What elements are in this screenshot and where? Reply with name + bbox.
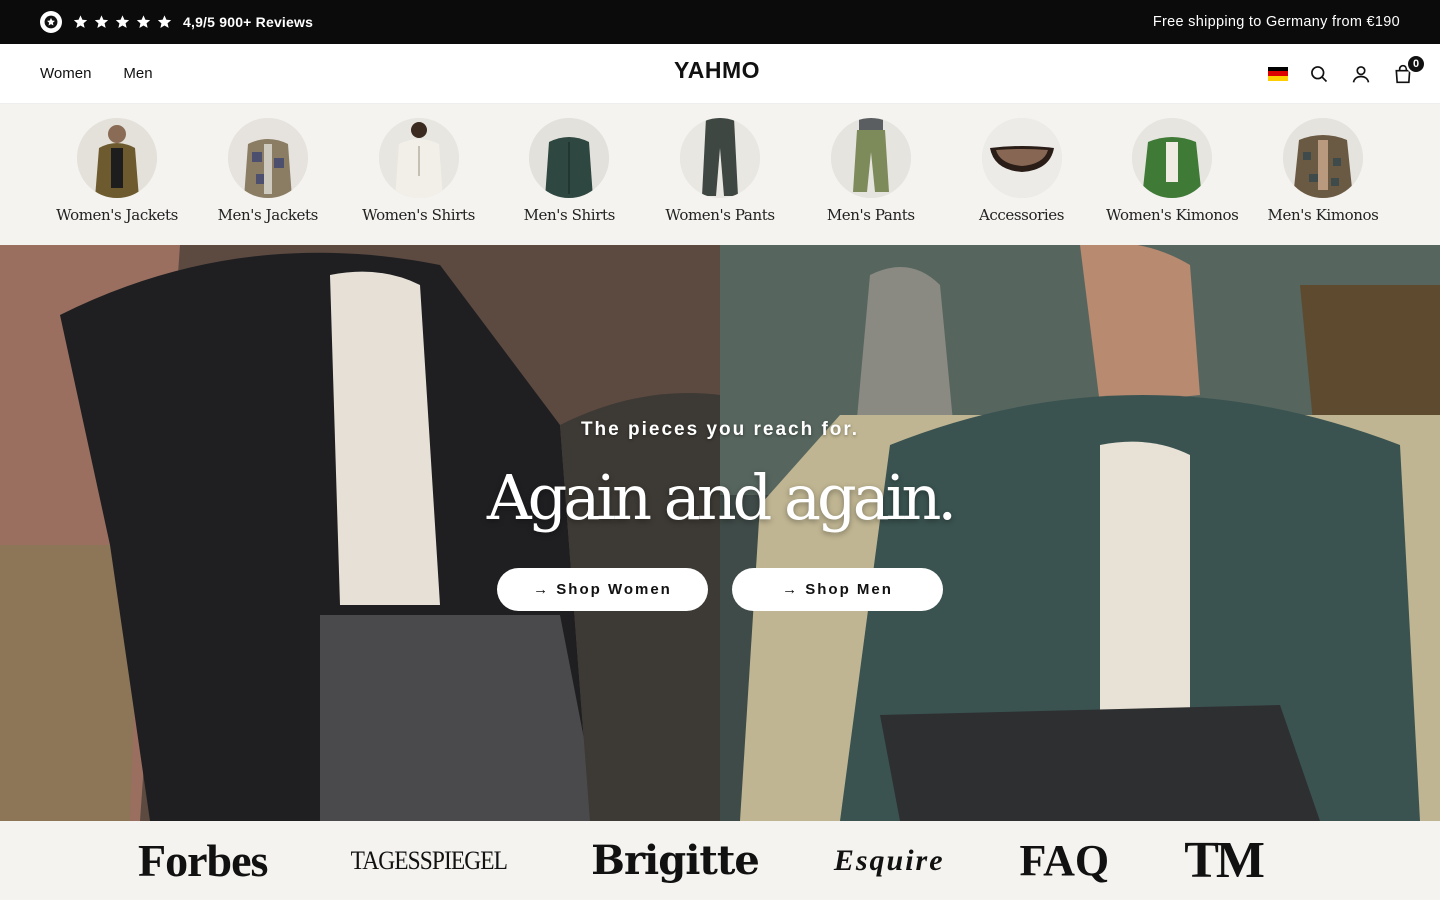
press-logo-faq: FAQ — [1019, 836, 1110, 885]
hero-banner: The pieces you reach for. Again and agai… — [0, 245, 1440, 821]
header-actions: 0 — [1268, 53, 1426, 85]
category-mens-kimonos[interactable]: Men's Kimonos — [1248, 118, 1398, 224]
category-mens-pants[interactable]: Men's Pants — [796, 118, 946, 224]
star-rating — [72, 14, 173, 30]
category-thumbnail — [227, 118, 308, 198]
reviews-rating[interactable]: 4,9/5 900+ Reviews — [40, 11, 313, 33]
category-label: Men's Kimonos — [1267, 206, 1379, 224]
press-logo-forbes: Forbes — [138, 835, 268, 886]
category-thumbnail — [77, 118, 157, 198]
category-womens-jackets[interactable]: Women's Jackets — [42, 118, 192, 224]
category-thumbnail — [378, 118, 459, 198]
category-label: Men's Shirts — [523, 206, 616, 224]
category-label: Women's Jackets — [56, 206, 178, 224]
star-icon — [115, 15, 130, 28]
star-icon — [136, 15, 151, 28]
category-accessories[interactable]: Accessories — [947, 118, 1097, 224]
yahmo-logo: YAHMO — [674, 57, 760, 83]
category-womens-pants[interactable]: Women's Pants — [645, 118, 795, 224]
shop-men-button[interactable]: → Shop Men — [732, 568, 943, 611]
category-label: Women's Pants — [665, 206, 775, 224]
announcement-bar: 4,9/5 900+ Reviews Free shipping to Germ… — [0, 0, 1440, 44]
main-nav: Women Men — [40, 65, 153, 82]
star-icon — [157, 15, 172, 28]
press-logo-esquire: Esquire — [833, 843, 945, 877]
category-label: Men's Jackets — [217, 206, 319, 224]
category-womens-kimonos[interactable]: Women's Kimonos — [1097, 118, 1247, 224]
account-icon[interactable] — [1350, 63, 1372, 85]
hero-content: The pieces you reach for. Again and agai… — [0, 245, 1440, 821]
site-header: Women Men YAHMO 0 — [0, 44, 1440, 104]
hero-title: Again and again. — [486, 461, 957, 534]
category-label: Women's Shirts — [362, 206, 475, 224]
category-thumbnail — [680, 118, 760, 198]
press-logos: Forbes TAGESSPIEGEL Brigitte Esquire FAQ… — [0, 821, 1440, 900]
hero-buttons: → Shop Women → Shop Men — [497, 568, 943, 611]
star-icon — [73, 15, 88, 28]
nav-men[interactable]: Men — [123, 65, 152, 82]
press-logo-brigitte: Brigitte — [591, 837, 760, 884]
cart-count-badge: 0 — [1406, 53, 1426, 74]
cart-icon[interactable]: 0 — [1392, 53, 1426, 85]
site-logo[interactable]: YAHMO — [674, 57, 766, 89]
hero-subtitle: The pieces you reach for. — [580, 419, 860, 440]
category-thumbnail — [981, 118, 1062, 198]
shipping-notice: Free shipping to Germany from €190 — [1152, 14, 1400, 30]
press-logo-tm: TM — [1184, 831, 1265, 889]
category-womens-shirts[interactable]: Women's Shirts — [344, 118, 494, 224]
category-thumbnail — [1132, 118, 1213, 198]
category-mens-shirts[interactable]: Men's Shirts — [494, 118, 644, 224]
germany-flag-icon[interactable] — [1268, 66, 1288, 81]
review-badge-icon — [40, 11, 62, 33]
category-label: Women's Kimonos — [1106, 206, 1239, 224]
category-thumbnail — [529, 118, 610, 198]
nav-women[interactable]: Women — [40, 65, 91, 82]
category-mens-jackets[interactable]: Men's Jackets — [193, 118, 343, 224]
category-thumbnail — [830, 118, 911, 198]
category-strip: Women's Jackets Men's Jackets Women's Sh… — [0, 104, 1440, 245]
category-thumbnail — [1283, 118, 1363, 198]
category-label: Men's Pants — [826, 206, 915, 224]
rating-text: 4,9/5 900+ Reviews — [183, 14, 314, 30]
shop-women-button[interactable]: → Shop Women — [497, 568, 708, 611]
press-logo-tagesspiegel: TAGESSPIEGEL — [351, 845, 508, 875]
category-label: Accessories — [978, 206, 1065, 224]
star-icon — [94, 15, 109, 28]
search-icon[interactable] — [1308, 63, 1330, 85]
svg-text:YAHMO: YAHMO — [674, 58, 760, 82]
